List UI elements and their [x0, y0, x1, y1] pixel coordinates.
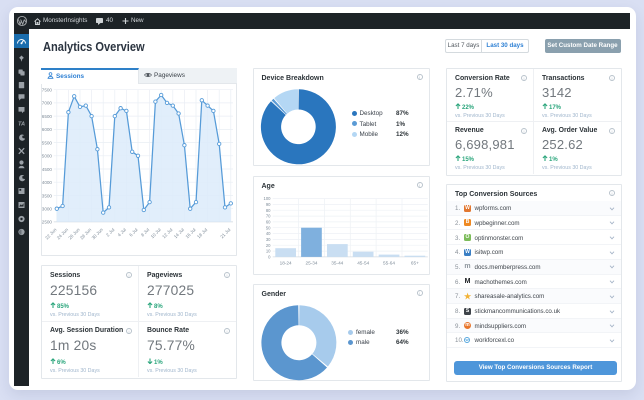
- svg-text:2500: 2500: [42, 220, 52, 225]
- svg-text:4500: 4500: [42, 167, 52, 172]
- svg-text:22 Jun: 22 Jun: [44, 227, 58, 241]
- svg-text:21 Jul: 21 Jul: [219, 227, 231, 239]
- svg-text:0: 0: [268, 255, 271, 260]
- svg-text:18-24: 18-24: [279, 261, 291, 266]
- svg-text:18 Jul: 18 Jul: [196, 227, 208, 239]
- svg-text:2 Jul: 2 Jul: [105, 227, 115, 237]
- svg-text:40: 40: [265, 231, 270, 236]
- svg-text:90: 90: [265, 202, 270, 207]
- svg-text:60: 60: [265, 220, 270, 225]
- svg-text:3000: 3000: [42, 207, 52, 212]
- svg-text:6500: 6500: [42, 114, 52, 119]
- svg-text:55-64: 55-64: [383, 261, 395, 266]
- svg-text:10 Jul: 10 Jul: [150, 227, 162, 239]
- svg-text:28 Jun: 28 Jun: [79, 227, 93, 241]
- svg-text:4 Jul: 4 Jul: [117, 227, 127, 237]
- svg-text:5500: 5500: [42, 140, 52, 145]
- svg-text:50: 50: [265, 225, 270, 230]
- svg-text:100: 100: [263, 196, 271, 201]
- svg-text:12 Jul: 12 Jul: [161, 227, 173, 239]
- svg-text:TA: TA: [18, 122, 25, 128]
- svg-text:24 Jun: 24 Jun: [56, 227, 70, 241]
- svg-text:30 Jun: 30 Jun: [91, 227, 105, 241]
- svg-text:10: 10: [265, 249, 270, 254]
- svg-text:3500: 3500: [42, 193, 52, 198]
- svg-text:5000: 5000: [42, 154, 52, 159]
- svg-text:65+: 65+: [410, 261, 418, 266]
- svg-text:6 Jul: 6 Jul: [128, 227, 138, 237]
- svg-text:7000: 7000: [42, 101, 52, 106]
- svg-text:6000: 6000: [42, 127, 52, 132]
- svg-text:25-34: 25-34: [305, 261, 317, 266]
- svg-text:14 Jul: 14 Jul: [173, 227, 185, 239]
- svg-text:80: 80: [265, 208, 270, 213]
- svg-text:16 Jul: 16 Jul: [184, 227, 196, 239]
- svg-text:26 Jun: 26 Jun: [67, 227, 81, 241]
- svg-text:7500: 7500: [42, 88, 52, 93]
- svg-text:35-44: 35-44: [331, 261, 343, 266]
- svg-text:20: 20: [265, 243, 270, 248]
- svg-text:30: 30: [265, 237, 270, 242]
- svg-text:70: 70: [265, 214, 270, 219]
- svg-text:4000: 4000: [42, 180, 52, 185]
- svg-text:45-54: 45-54: [357, 261, 369, 266]
